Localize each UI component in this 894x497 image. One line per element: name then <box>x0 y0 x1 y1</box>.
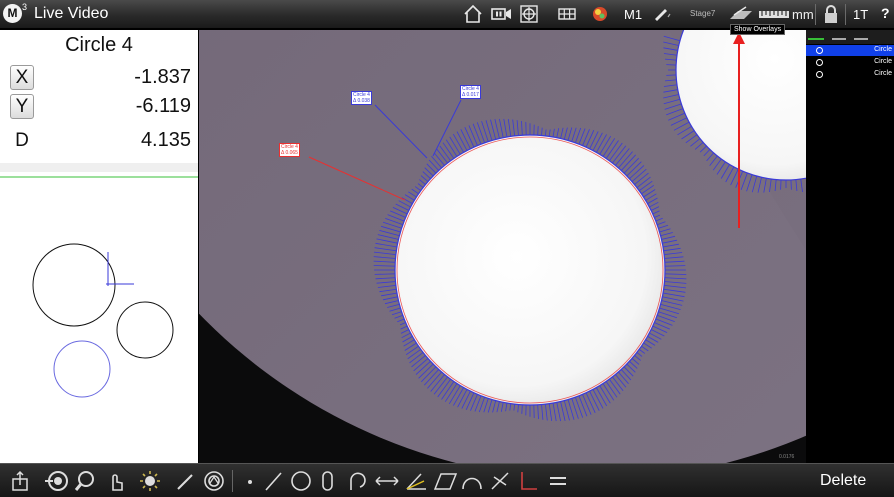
feature-list-item[interactable]: Circle <box>806 69 894 80</box>
tooltip: Show Overlays <box>730 24 786 35</box>
axis-d-label: D <box>15 130 29 151</box>
parallel-tool-icon[interactable] <box>546 469 570 493</box>
part-view[interactable] <box>0 172 198 463</box>
app-logo-superscript: 3 <box>22 2 28 12</box>
result-row-y: Y -6.119 <box>0 94 198 120</box>
home-icon[interactable] <box>462 3 484 25</box>
part-circle[interactable] <box>32 243 116 327</box>
grid-icon[interactable] <box>556 3 578 25</box>
line-tool-icon[interactable] <box>262 469 286 493</box>
toolbar-divider <box>845 4 846 25</box>
x-value: -1.837 <box>134 66 191 88</box>
overlay-label: Circle 4Δ 0.017 <box>460 85 481 99</box>
delete-button[interactable]: Delete <box>820 472 866 490</box>
overlay-label: Circle 4Δ 0.038 <box>351 91 372 105</box>
point-tool-icon[interactable] <box>240 469 264 493</box>
overlay-label: Circle 4Δ 0.065 <box>279 143 300 157</box>
circle-feature-icon <box>816 71 823 78</box>
feature-list-item[interactable]: Circle <box>806 57 894 68</box>
lock-icon[interactable] <box>821 3 841 25</box>
help-button[interactable]: ? <box>881 5 890 21</box>
units-label[interactable]: mm <box>792 7 814 22</box>
arc-tool-icon[interactable] <box>345 469 369 493</box>
intersect-tool-icon[interactable] <box>488 469 512 493</box>
crosshair-icon[interactable] <box>518 3 540 25</box>
feature-title: Circle 4 <box>65 34 133 56</box>
feature-list-header <box>806 30 894 44</box>
bore-hole[interactable] <box>395 135 665 405</box>
stage-label: Stage7 <box>690 9 716 18</box>
list-tab-indicator[interactable] <box>808 38 824 40</box>
edge-detect-icon[interactable] <box>202 469 226 493</box>
scale-ruler-icon <box>758 3 790 25</box>
axis-y-button[interactable]: Y <box>10 94 34 119</box>
part-circle-selected[interactable] <box>53 340 111 398</box>
result-row-x: X -1.837 <box>0 65 198 91</box>
axis-x-button[interactable]: X <box>10 65 34 90</box>
part-icon[interactable] <box>8 469 32 493</box>
app-title: Live Video <box>34 5 109 22</box>
tool-label[interactable]: 1T <box>853 7 868 22</box>
live-video-view[interactable]: Circle 4Δ 0.038 Circle 4Δ 0.017 Circle 4… <box>199 30 806 463</box>
feature-list-item[interactable]: Circle <box>806 45 894 56</box>
list-tab-indicator[interactable] <box>854 38 868 40</box>
angle-tool-icon[interactable] <box>404 469 428 493</box>
light-sun-icon[interactable] <box>137 469 161 493</box>
panel-divider <box>0 163 198 172</box>
toolbar-divider <box>232 470 233 492</box>
target-icon[interactable] <box>44 469 68 493</box>
feature-list: Circle Circle Circle <box>806 30 894 463</box>
probe-icon[interactable] <box>651 3 673 25</box>
magnification-label[interactable]: M1 <box>624 7 642 22</box>
magnifier-icon[interactable] <box>73 469 97 493</box>
overlay-icon[interactable] <box>728 3 754 25</box>
hand-touch-icon[interactable] <box>104 469 128 493</box>
video-stamp: 0.0176 <box>779 454 795 460</box>
toolbar-divider <box>815 4 816 25</box>
video-record-icon[interactable] <box>490 3 514 25</box>
curve-tool-icon[interactable] <box>460 469 484 493</box>
plane-tool-icon[interactable] <box>432 469 458 493</box>
distance-tool-icon[interactable] <box>374 469 399 493</box>
list-tab-indicator[interactable] <box>832 38 846 40</box>
bottom-toolbar: Delete <box>0 463 894 497</box>
circle-feature-icon <box>816 47 823 54</box>
perpendicular-tool-icon[interactable] <box>516 469 540 493</box>
circle-tool-icon[interactable] <box>289 469 313 493</box>
part-circle[interactable] <box>116 301 174 359</box>
circle-feature-icon <box>816 59 823 66</box>
y-value: -6.119 <box>135 95 191 117</box>
app-logo: M <box>3 4 22 23</box>
light-icon[interactable] <box>589 3 611 25</box>
pen-icon[interactable] <box>174 469 198 493</box>
d-value: 4.135 <box>140 129 191 151</box>
result-panel: Circle 4 X -1.837 Y -6.119 D 4.135 <box>0 30 198 163</box>
result-row-d: D 4.135 <box>0 128 198 154</box>
slot-tool-icon[interactable] <box>318 469 342 493</box>
